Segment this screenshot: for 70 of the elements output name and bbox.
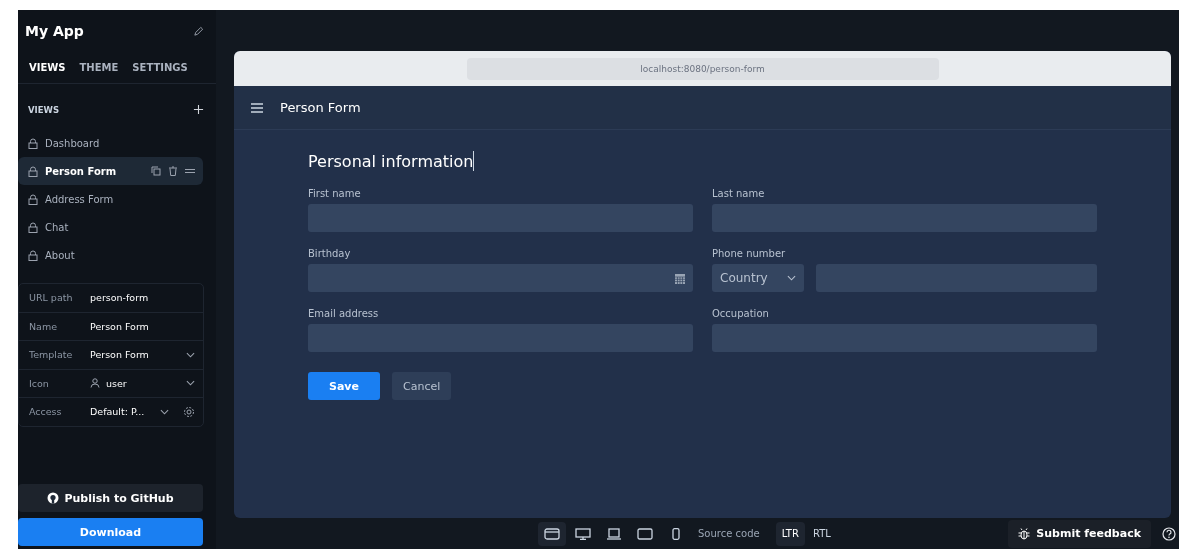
property-label: Template — [29, 349, 74, 361]
view-label: About — [45, 249, 75, 261]
plus-icon[interactable] — [193, 104, 204, 115]
direction-toggle[interactable]: RTL — [806, 521, 837, 546]
menu-icon[interactable] — [251, 102, 263, 113]
direction-toggle[interactable]: LTR — [775, 521, 805, 546]
view-item[interactable]: Chat — [18, 213, 203, 241]
monitor-icon — [575, 527, 591, 540]
property-dropdown[interactable]: user — [90, 377, 195, 389]
section-heading: VIEWS — [28, 104, 60, 115]
user-icon — [90, 378, 100, 389]
property-label: Access — [29, 406, 63, 418]
laptop-icon — [606, 527, 622, 540]
cancel-button[interactable]: Cancel — [392, 372, 452, 400]
field-label: Email address — [308, 308, 380, 319]
download-button[interactable]: Download — [18, 518, 203, 546]
tab[interactable]: VIEWS — [29, 62, 66, 73]
field-label: Occupation — [712, 308, 770, 319]
help-icon[interactable] — [1162, 526, 1176, 541]
date-field[interactable] — [308, 264, 693, 292]
pencil-icon[interactable] — [193, 25, 204, 37]
tab[interactable]: SETTINGS — [132, 62, 188, 73]
property-field[interactable]: Person Form — [90, 320, 195, 332]
field-label: Birthday — [308, 248, 352, 259]
device-button[interactable] — [538, 521, 566, 546]
country-dropdown[interactable]: Country — [712, 264, 804, 292]
view-label: Chat — [45, 221, 69, 233]
property-dropdown[interactable]: Default: P... — [90, 406, 169, 418]
view-label: Address Form — [45, 193, 114, 205]
bug-icon — [1018, 527, 1031, 540]
view-item[interactable]: Person Form — [18, 157, 203, 185]
tablet-icon — [637, 527, 653, 540]
property-label: Name — [29, 320, 59, 332]
settings-icon[interactable] — [183, 405, 195, 418]
address-bar[interactable]: localhost:8080/person-form — [466, 57, 939, 80]
tab[interactable]: THEME — [79, 62, 119, 73]
app-title: My App — [25, 23, 84, 39]
source-code-link[interactable]: Source code — [698, 528, 760, 539]
copy-icon[interactable] — [151, 166, 161, 176]
property-dropdown[interactable]: Person Form — [90, 349, 195, 361]
view-item[interactable]: Address Form — [18, 185, 203, 213]
feedback-button[interactable]: Submit feedback — [1008, 519, 1151, 548]
calendar-icon — [675, 272, 685, 284]
view-item[interactable]: Dashboard — [18, 129, 203, 157]
chevron-down-icon — [160, 408, 169, 415]
chevron-down-icon — [787, 275, 796, 281]
field-label: Phone number — [712, 248, 787, 259]
lock-icon — [28, 165, 38, 177]
field-label: First name — [308, 188, 362, 199]
view-item[interactable]: About — [18, 241, 203, 269]
lock-icon — [28, 193, 38, 205]
lock-icon — [28, 221, 38, 233]
form-title: Personal information — [308, 151, 474, 171]
property-label: Icon — [29, 377, 50, 389]
property-field[interactable]: person-form — [90, 292, 195, 304]
save-button[interactable]: Save — [308, 372, 380, 400]
view-label: Dashboard — [45, 137, 100, 149]
chevron-down-icon — [186, 351, 195, 358]
publish-button[interactable]: Publish to GitHub — [18, 484, 203, 512]
trash-icon[interactable] — [168, 166, 178, 176]
field-label: Last name — [712, 188, 766, 199]
drag-handle-icon[interactable] — [185, 166, 195, 176]
property-label: URL path — [29, 292, 74, 304]
lock-icon — [28, 137, 38, 149]
browser-window-icon — [544, 527, 560, 540]
chevron-down-icon — [186, 380, 195, 387]
text-cursor — [473, 151, 475, 171]
page-title: Person Form — [280, 100, 361, 115]
view-label: Person Form — [45, 165, 117, 177]
lock-icon — [28, 249, 38, 261]
